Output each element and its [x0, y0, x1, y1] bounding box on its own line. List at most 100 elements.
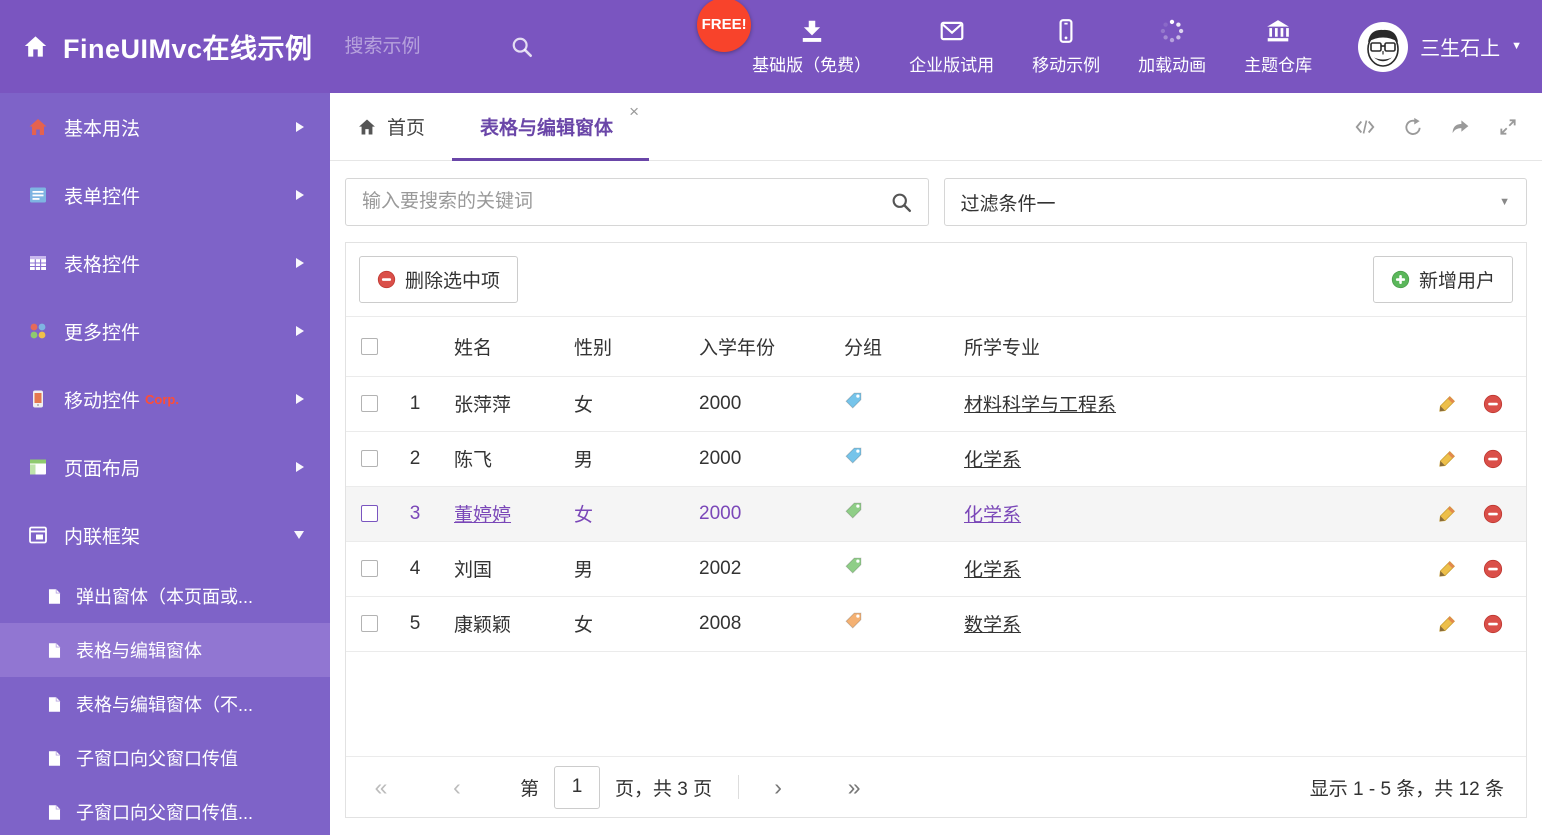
sidebar-subitem-child-to-parent[interactable]: 子窗口向父窗口传值	[0, 731, 330, 785]
add-user-button[interactable]: 新增用户	[1372, 256, 1513, 303]
table-icon	[28, 253, 48, 273]
major-link[interactable]: 材料科学与工程系	[964, 395, 1116, 416]
row-index: 5	[409, 612, 421, 634]
tag-icon	[844, 611, 863, 630]
nav-mobile-demo[interactable]: 移动示例	[1013, 18, 1119, 76]
table-row[interactable]: 5 康颖颖 女 2008 数学系	[346, 596, 1526, 652]
row-checkbox[interactable]	[360, 559, 378, 577]
sidebar-item-more-controls[interactable]: 更多控件	[0, 297, 330, 365]
brand[interactable]: FineUIMvc在线示例	[0, 27, 313, 66]
file-icon	[46, 588, 63, 605]
shapes-icon	[28, 321, 48, 341]
file-icon	[46, 804, 63, 821]
app-header: FineUIMvc在线示例 FREE! 基础版（免费） 企业版试用 移动示例 加…	[0, 0, 1542, 93]
avatar	[1357, 21, 1409, 73]
header-search-input[interactable]	[344, 35, 495, 58]
table-row[interactable]: 2 陈飞 男 2000 化学系	[346, 431, 1526, 487]
delete-selected-button[interactable]: 删除选中项	[359, 256, 519, 303]
chevron-right-icon	[296, 258, 304, 268]
corp-badge: Corp.	[145, 391, 179, 407]
tab-grid-edit-window[interactable]: 表格与编辑窗体 ×	[452, 93, 650, 161]
delete-row-icon[interactable]	[1483, 614, 1503, 634]
edit-icon[interactable]	[1437, 504, 1457, 524]
pagination-bar: « ‹ 第 页，共 3 页 › » 显示 1 - 5 条，共 12 条	[346, 756, 1526, 817]
major-link[interactable]: 化学系	[964, 505, 1021, 526]
close-icon[interactable]: ×	[629, 103, 639, 120]
fullscreen-icon[interactable]	[1498, 117, 1518, 137]
nav-loading-animation[interactable]: 加载动画	[1119, 18, 1225, 76]
page-suffix-label: 页，共 3 页	[615, 778, 713, 800]
home-icon	[357, 117, 377, 137]
row-checkbox[interactable]	[360, 504, 378, 522]
major-link[interactable]: 化学系	[964, 450, 1021, 471]
first-page-button[interactable]: «	[368, 774, 394, 801]
tag-icon	[844, 556, 863, 575]
source-code-icon[interactable]	[1354, 116, 1376, 138]
file-icon	[46, 642, 63, 659]
edit-icon[interactable]	[1437, 614, 1457, 634]
row-index: 3	[409, 502, 421, 524]
edit-icon[interactable]	[1437, 449, 1457, 469]
open-new-window-icon[interactable]	[1450, 116, 1471, 137]
sidebar-item-form-controls[interactable]: 表单控件	[0, 161, 330, 229]
column-header-year: 入学年份	[683, 317, 828, 377]
grid-toolbar: 删除选中项 新增用户	[346, 243, 1526, 317]
delete-row-icon[interactable]	[1483, 504, 1503, 524]
sidebar-subitem-grid-edit-window-2[interactable]: 表格与编辑窗体（不...	[0, 677, 330, 731]
row-checkbox[interactable]	[360, 614, 378, 632]
bank-icon	[1265, 18, 1291, 44]
last-page-button[interactable]: »	[841, 774, 867, 801]
delete-row-icon[interactable]	[1483, 449, 1503, 469]
tab-tools	[1354, 93, 1542, 160]
table-row[interactable]: 1 张萍萍 女 2000 材料科学与工程系	[346, 376, 1526, 432]
major-link[interactable]: 数学系	[964, 615, 1021, 636]
pager-divider	[738, 775, 740, 799]
edit-icon[interactable]	[1437, 394, 1457, 414]
row-checkbox[interactable]	[360, 394, 378, 412]
major-link[interactable]: 化学系	[964, 560, 1021, 581]
page-number-input[interactable]	[554, 765, 601, 809]
chevron-right-icon	[296, 394, 304, 404]
keyword-search-box	[345, 178, 929, 226]
edit-icon[interactable]	[1437, 559, 1457, 579]
tab-home[interactable]: 首页	[330, 93, 452, 160]
nav-enterprise-trial[interactable]: 企业版试用	[890, 18, 1013, 76]
tag-icon	[844, 446, 863, 465]
search-icon[interactable]	[511, 36, 533, 58]
table-row[interactable]: 4 刘国 男 2002 化学系	[346, 541, 1526, 597]
column-header-major: 所学专业	[948, 317, 1414, 377]
prev-page-button[interactable]: ‹	[444, 774, 470, 801]
row-checkbox[interactable]	[360, 449, 378, 467]
cell-name: 张萍萍	[454, 395, 512, 416]
select-all-checkbox[interactable]	[360, 337, 378, 355]
search-icon[interactable]	[891, 192, 912, 213]
keyword-search-input[interactable]	[362, 191, 891, 213]
mobile-icon	[28, 389, 48, 409]
spinner-icon	[1159, 18, 1185, 44]
nav-theme-repo[interactable]: 主题仓库	[1225, 18, 1331, 76]
refresh-icon[interactable]	[1403, 117, 1423, 137]
sidebar-subitem-child-to-parent-2[interactable]: 子窗口向父窗口传值...	[0, 785, 330, 835]
next-page-button[interactable]: ›	[765, 774, 791, 801]
sidebar-item-basic-usage[interactable]: 基本用法	[0, 93, 330, 161]
sidebar-item-page-layout[interactable]: 页面布局	[0, 433, 330, 501]
minus-circle-icon	[377, 270, 396, 289]
sidebar-subitem-popup-window[interactable]: 弹出窗体（本页面或...	[0, 569, 330, 623]
sidebar-item-label: 表格控件	[64, 254, 141, 276]
sidebar-subitem-label: 弹出窗体（本页面或...	[76, 587, 254, 607]
nav-basic-edition[interactable]: FREE! 基础版（免费）	[697, 0, 890, 76]
cell-gender: 女	[574, 395, 594, 416]
sidebar-item-label: 表单控件	[64, 186, 141, 208]
table-row-selected[interactable]: 3 董婷婷 女 2000 化学系	[346, 486, 1526, 542]
user-menu[interactable]: 三生石上 ▼	[1331, 21, 1542, 73]
sidebar-subitem-grid-edit-window[interactable]: 表格与编辑窗体	[0, 623, 330, 677]
sidebar-item-grid-controls[interactable]: 表格控件	[0, 229, 330, 297]
filter-dropdown[interactable]: 过滤条件一 ▼	[943, 178, 1527, 226]
chevron-down-icon	[294, 531, 304, 539]
sidebar-item-mobile-controls[interactable]: 移动控件 Corp.	[0, 365, 330, 433]
chevron-right-icon	[296, 326, 304, 336]
delete-row-icon[interactable]	[1483, 559, 1503, 579]
sidebar-item-iframe[interactable]: 内联框架	[0, 501, 330, 569]
delete-row-icon[interactable]	[1483, 394, 1503, 414]
add-user-label: 新增用户	[1418, 271, 1495, 292]
